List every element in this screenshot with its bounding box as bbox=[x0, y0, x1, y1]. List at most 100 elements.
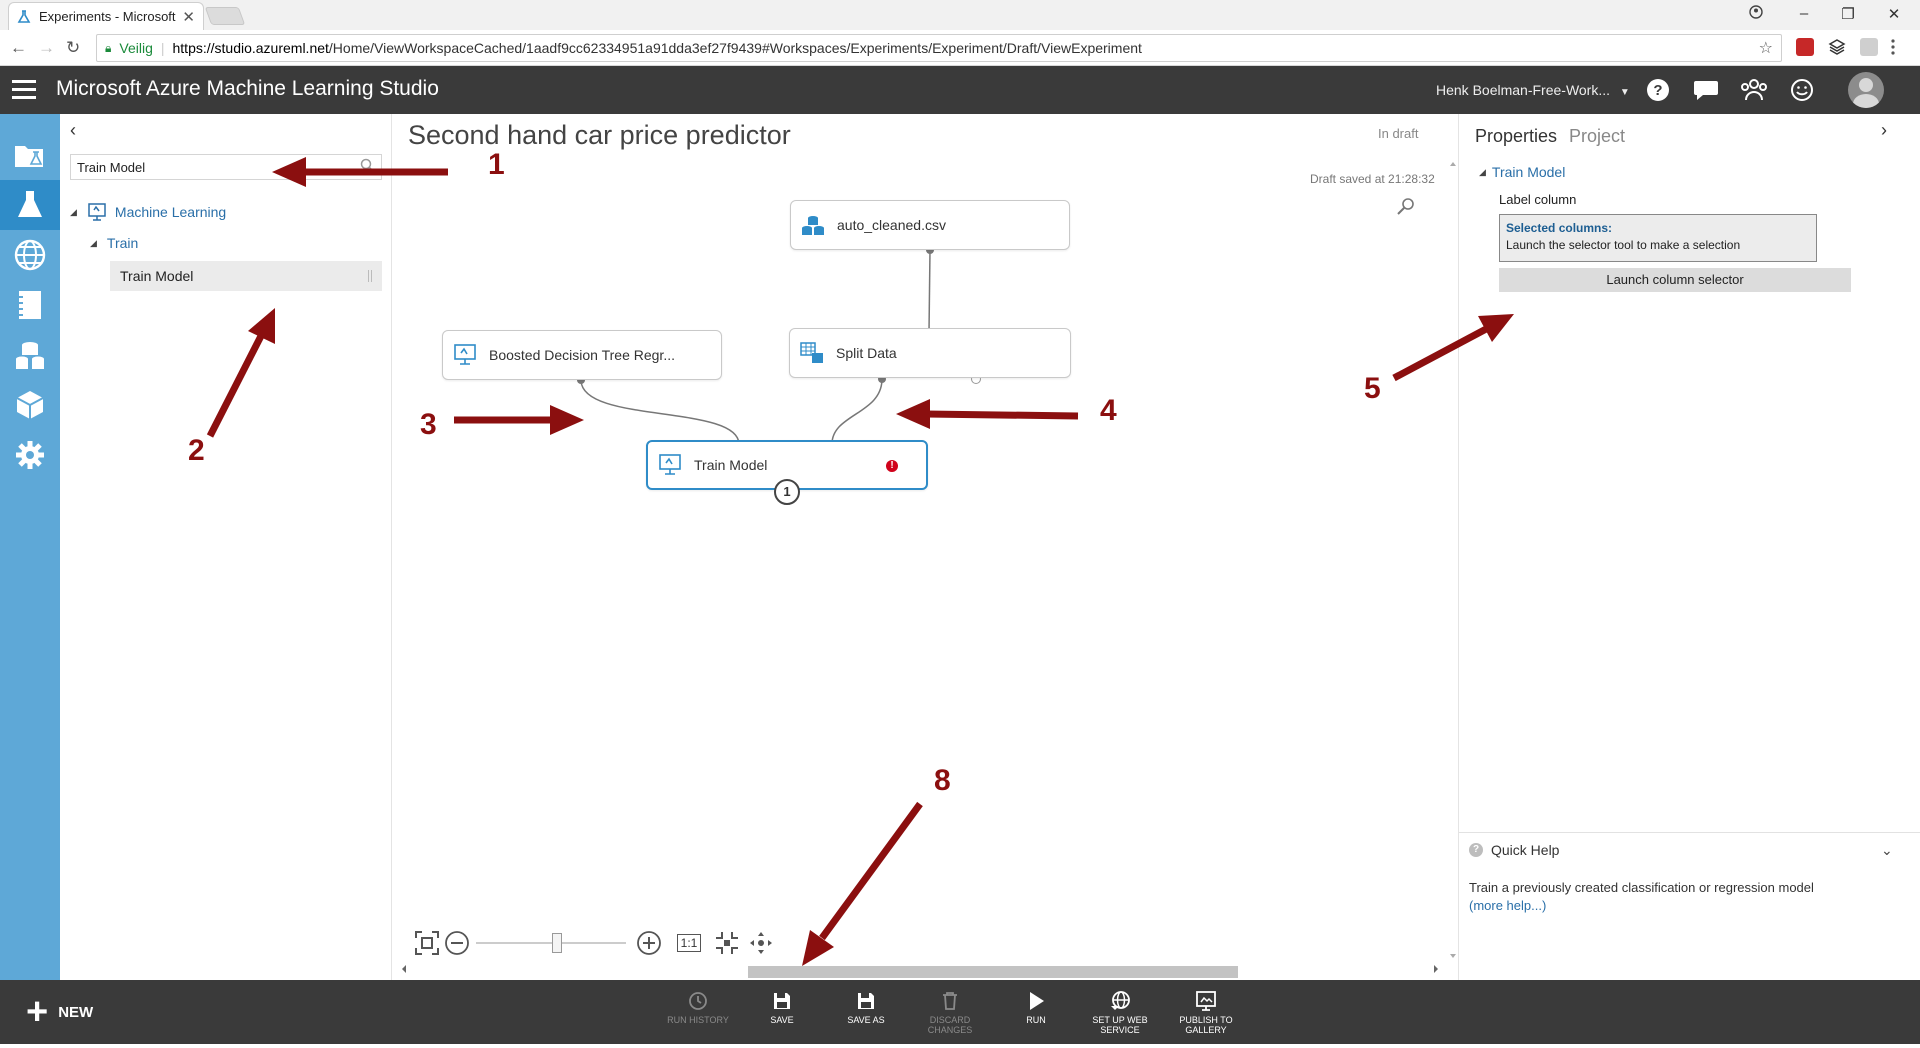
zoom-out-icon[interactable] bbox=[442, 928, 472, 958]
save-button[interactable]: SAVE bbox=[744, 990, 820, 1025]
run-button[interactable]: RUN bbox=[998, 990, 1074, 1025]
module-dataset[interactable]: auto_cleaned.csv bbox=[790, 200, 1070, 250]
quick-help-text: Train a previously created classificatio… bbox=[1469, 880, 1814, 895]
smiley-feedback-icon[interactable] bbox=[1788, 76, 1816, 104]
experiment-canvas[interactable]: Second hand car price predictor In draft… bbox=[392, 114, 1458, 980]
chevron-down-icon: ▼ bbox=[1619, 87, 1630, 98]
forward-icon[interactable]: → bbox=[38, 38, 55, 58]
more-help-link[interactable]: (more help...) bbox=[1469, 898, 1546, 913]
tree-leaf-train-model[interactable]: Train Model bbox=[110, 261, 382, 291]
minimize-icon[interactable]: – bbox=[1794, 5, 1814, 22]
model-monitor-icon bbox=[453, 343, 477, 367]
annotation-number-4: 4 bbox=[1100, 394, 1117, 427]
help-icon[interactable]: ? bbox=[1644, 76, 1672, 104]
extension-icon-red[interactable] bbox=[1796, 38, 1814, 56]
tree-category-machine-learning[interactable]: ◢ Machine Learning bbox=[70, 202, 226, 222]
search-icon[interactable] bbox=[360, 158, 374, 177]
plus-icon: + bbox=[26, 991, 49, 1033]
layers-icon[interactable] bbox=[1828, 38, 1846, 56]
selected-columns-hint: Launch the selector tool to make a selec… bbox=[1506, 238, 1741, 252]
url-text: https://studio.azureml.net/Home/ViewWork… bbox=[172, 40, 1142, 56]
properties-panel: Properties Project › ◢ Train Model Label… bbox=[1458, 114, 1920, 980]
drag-grip-icon[interactable] bbox=[368, 270, 372, 282]
launch-column-selector-button[interactable]: Launch column selector bbox=[1499, 268, 1851, 292]
trained-models-cube-icon[interactable] bbox=[0, 380, 60, 430]
url-field[interactable]: 🔒︎ Veilig | https://studio.azureml.net/H… bbox=[96, 34, 1782, 62]
experiments-flask-icon[interactable] bbox=[0, 180, 60, 230]
menu-kebab-icon[interactable] bbox=[1890, 38, 1896, 56]
reload-icon[interactable]: ↻ bbox=[66, 38, 80, 58]
bookmark-star-icon[interactable]: ☆ bbox=[1759, 38, 1773, 58]
tree-category-label: Machine Learning bbox=[114, 204, 227, 220]
notebooks-icon[interactable] bbox=[0, 280, 60, 330]
scrollbar-thumb[interactable] bbox=[748, 966, 1238, 978]
secure-label: Veilig bbox=[119, 40, 153, 56]
properties-section[interactable]: ◢ Train Model bbox=[1479, 164, 1565, 180]
projects-folder-icon[interactable] bbox=[0, 130, 60, 180]
community-icon[interactable] bbox=[1740, 76, 1768, 104]
zoom-to-selection-icon[interactable] bbox=[712, 928, 742, 958]
properties-section-label: Train Model bbox=[1491, 164, 1566, 180]
trash-icon bbox=[912, 990, 988, 1012]
discard-changes-button[interactable]: DISCARD CHANGES bbox=[912, 990, 988, 1035]
canvas-vertical-scrollbar[interactable] bbox=[1448, 160, 1458, 960]
chevron-down-icon[interactable]: ⌄ bbox=[1881, 842, 1893, 859]
zoom-in-icon[interactable] bbox=[634, 928, 664, 958]
model-monitor-icon bbox=[658, 453, 682, 477]
actual-size-button[interactable]: 1:1 bbox=[674, 928, 704, 958]
flask-icon bbox=[17, 9, 31, 23]
expand-triangle-icon: ◢ bbox=[70, 206, 77, 217]
zoom-slider-thumb[interactable] bbox=[552, 933, 562, 953]
close-window-icon[interactable]: ✕ bbox=[1884, 5, 1904, 23]
save-as-disk-icon bbox=[828, 990, 904, 1012]
new-tab-button[interactable] bbox=[204, 7, 246, 25]
restore-icon[interactable]: ❐ bbox=[1838, 5, 1858, 23]
left-nav-rail bbox=[0, 114, 60, 980]
hamburger-menu-icon[interactable] bbox=[12, 80, 36, 100]
quick-help-header[interactable]: ? Quick Help bbox=[1469, 842, 1559, 858]
quick-help-title: Quick Help bbox=[1491, 842, 1560, 858]
run-history-button[interactable]: RUN HISTORY bbox=[660, 990, 736, 1025]
fit-to-screen-icon[interactable] bbox=[412, 928, 442, 958]
palette-search-input[interactable] bbox=[70, 154, 382, 180]
pdf-extension-icon[interactable] bbox=[1860, 38, 1878, 56]
expand-triangle-icon: ◢ bbox=[90, 237, 97, 248]
collapse-properties-chevron-icon[interactable]: › bbox=[1881, 120, 1887, 141]
split-data-icon bbox=[800, 341, 824, 365]
new-label: NEW bbox=[58, 1003, 94, 1021]
module-palette: ‹ ◢ Machine Learning ◢ Train Train Model bbox=[60, 114, 392, 980]
tree-subcategory-train[interactable]: ◢ Train bbox=[90, 235, 138, 251]
back-icon[interactable]: ← bbox=[10, 38, 27, 58]
machine-learning-icon bbox=[88, 203, 106, 221]
tab-properties[interactable]: Properties bbox=[1475, 126, 1557, 147]
annotation-number-2: 2 bbox=[188, 434, 205, 467]
zoom-slider-track[interactable] bbox=[476, 942, 626, 944]
settings-gear-icon[interactable] bbox=[0, 430, 60, 480]
module-boosted-decision-tree[interactable]: Boosted Decision Tree Regr... bbox=[442, 330, 722, 380]
setup-web-service-button[interactable]: SET UP WEB SERVICE bbox=[1082, 990, 1158, 1035]
pan-icon[interactable] bbox=[746, 928, 776, 958]
port-badge: 1 bbox=[774, 479, 800, 505]
error-indicator-icon[interactable]: ! bbox=[886, 460, 898, 472]
web-service-globe-icon bbox=[1082, 990, 1158, 1012]
avatar[interactable] bbox=[1848, 72, 1884, 108]
profile-icon[interactable] bbox=[1746, 5, 1766, 23]
chat-icon[interactable] bbox=[1692, 76, 1720, 104]
module-label: Split Data bbox=[836, 345, 897, 361]
save-disk-icon bbox=[744, 990, 820, 1012]
publish-to-gallery-button[interactable]: PUBLISH TO GALLERY bbox=[1168, 990, 1244, 1035]
module-train-model[interactable]: Train Model ! 1 bbox=[646, 440, 928, 505]
label-column-label: Label column bbox=[1499, 192, 1577, 207]
new-button[interactable]: + NEW bbox=[26, 991, 94, 1033]
module-split-data[interactable]: Split Data bbox=[789, 328, 1071, 378]
tab-project[interactable]: Project bbox=[1569, 126, 1625, 147]
save-as-button[interactable]: SAVE AS bbox=[828, 990, 904, 1025]
collapse-palette-chevron-icon[interactable]: ‹ bbox=[70, 120, 76, 141]
web-services-globe-icon[interactable] bbox=[0, 230, 60, 280]
workspace-selector[interactable]: Henk Boelman-Free-Work... ▼ bbox=[1436, 82, 1630, 98]
annotation-number-1: 1 bbox=[488, 148, 505, 181]
browser-titlebar: Experiments - Microsoft ✕ – ❐ ✕ bbox=[0, 0, 1920, 30]
browser-tab[interactable]: Experiments - Microsoft ✕ bbox=[8, 2, 204, 30]
close-tab-icon[interactable]: ✕ bbox=[182, 8, 195, 26]
datasets-cylinder-icon[interactable] bbox=[0, 330, 60, 380]
